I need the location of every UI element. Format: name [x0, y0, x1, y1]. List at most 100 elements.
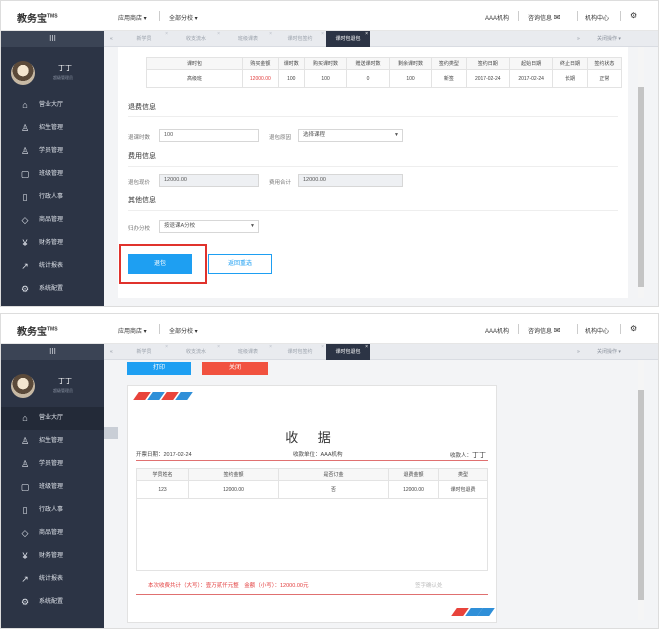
app-store-menu[interactable]: 应用商店 ▾: [118, 326, 147, 335]
close-icon[interactable]: ×: [269, 344, 272, 350]
close-icon[interactable]: ×: [321, 31, 324, 37]
close-button[interactable]: 关闭: [202, 362, 268, 375]
campus-select[interactable]: 按退课A分校 ▼: [159, 220, 259, 233]
gear-icon: ⚙: [20, 284, 30, 294]
campus-menu[interactable]: 全部分校 ▾: [169, 13, 198, 22]
sidebar-item-finance[interactable]: ¥ 财务管理: [1, 232, 104, 255]
app-logo[interactable]: 教务宝TMS: [17, 323, 58, 338]
sidebar-item-business-hall[interactable]: ⌂ 营业大厅: [1, 94, 104, 117]
tab-scroll-left[interactable]: «: [110, 31, 113, 47]
sidebar-item-classes[interactable]: ▢ 班级管理: [1, 476, 104, 499]
org-name[interactable]: AAA机构: [485, 13, 509, 22]
package-table: 课时包 购买金额 课时数 购买课时数 赠送课时数 剩余课时数 签约类型 签约日期…: [146, 57, 623, 88]
close-icon[interactable]: ×: [365, 344, 368, 350]
close-icon[interactable]: ×: [365, 31, 368, 37]
close-ops-menu[interactable]: 关闭操作 ▾: [597, 344, 621, 360]
table-cell: 12000.00: [188, 480, 279, 499]
app-logo[interactable]: 教务宝TMS: [17, 10, 58, 25]
sidebar-item-students[interactable]: ♙ 学员管理: [1, 453, 104, 476]
org-name[interactable]: AAA机构: [485, 326, 509, 335]
sidebar-item-products[interactable]: ◇ 商品管理: [1, 209, 104, 232]
tab-scroll-left[interactable]: «: [110, 344, 113, 360]
tab-cashflow[interactable]: 收支流水 ×: [170, 344, 222, 360]
avatar[interactable]: [11, 61, 35, 85]
scrollbar[interactable]: [638, 47, 644, 298]
sidebar-item-settings[interactable]: ⚙ 系统配置: [1, 591, 104, 614]
settings-icon[interactable]: ⚙: [630, 324, 637, 333]
receipt-payee: 收款人：丁丁: [450, 452, 487, 459]
sidebar-item-students[interactable]: ♙ 学员管理: [1, 140, 104, 163]
table-header: 签约日期: [465, 57, 510, 70]
panel-handle[interactable]: [104, 427, 118, 439]
tab-scroll-right[interactable]: »: [577, 344, 580, 360]
print-button[interactable]: 打印: [127, 362, 191, 375]
refund-reason-select[interactable]: 选择课程 ▼: [298, 129, 403, 142]
sidebar-toggle[interactable]: III: [1, 344, 104, 360]
tab-schedule[interactable]: 班级课表 ×: [222, 344, 274, 360]
settings-icon[interactable]: ⚙: [630, 11, 637, 20]
app-store-menu[interactable]: 应用商店 ▾: [118, 13, 147, 22]
divider: [136, 460, 488, 461]
tab-cashflow[interactable]: 收支流水 ×: [170, 31, 222, 47]
table-cell: 否: [278, 480, 389, 499]
sidebar-item-classes[interactable]: ▢ 班级管理: [1, 163, 104, 186]
tab-package-refund[interactable]: 课时包退包 ×: [326, 344, 370, 360]
close-icon[interactable]: ×: [217, 344, 220, 350]
table-header-row: 学员姓名 签约金额 是否订金 退费金额 类型: [136, 468, 488, 481]
sidebar-toggle[interactable]: III: [1, 31, 104, 47]
sidebar-item-reports[interactable]: ↗ 统计报表: [1, 255, 104, 278]
user-name: 丁丁: [58, 65, 72, 72]
table-header: 剩余课时数: [388, 57, 433, 70]
sidebar-item-hr[interactable]: ▯ 行政人事: [1, 499, 104, 522]
close-icon[interactable]: ×: [165, 31, 168, 37]
close-ops-menu[interactable]: 关闭操作 ▾: [597, 31, 621, 47]
org-center-link[interactable]: 机构中心: [585, 326, 609, 335]
campus-menu[interactable]: 全部分校 ▾: [169, 326, 198, 335]
consult-link[interactable]: 咨询信息 ✉: [528, 326, 560, 335]
scrollbar[interactable]: [638, 360, 644, 620]
tab-package-sign[interactable]: 课时包签约 ×: [274, 344, 326, 360]
divider: [620, 324, 621, 334]
tab-new-student[interactable]: 新学员 ×: [118, 344, 170, 360]
close-icon[interactable]: ×: [217, 31, 220, 37]
table-empty-row: [136, 498, 488, 571]
back-reselect-button[interactable]: 返回重选: [208, 254, 272, 274]
close-icon[interactable]: ×: [269, 31, 272, 37]
divider: [620, 11, 621, 21]
divider: [128, 116, 618, 117]
tab-schedule[interactable]: 班级课表 ×: [222, 31, 274, 47]
tab-package-sign[interactable]: 课时包签约 ×: [274, 31, 326, 47]
org-center-link[interactable]: 机构中心: [585, 13, 609, 22]
scrollbar-thumb[interactable]: [638, 87, 644, 287]
tab-scroll-right[interactable]: »: [577, 31, 580, 47]
tag-icon: ◇: [21, 215, 29, 225]
sidebar-item-enrollment[interactable]: ♙ 招生管理: [1, 117, 104, 140]
sidebar-item-reports[interactable]: ↗ 统计报表: [1, 568, 104, 591]
receipt-total: 本次收费共计（大写）：壹万贰仟元整 金额（小写）：12000.00元: [148, 583, 309, 589]
refund-amount-label: 退包现价: [128, 180, 151, 186]
chart-icon: ↗: [21, 261, 29, 271]
sidebar-item-products[interactable]: ◇ 商品管理: [1, 522, 104, 545]
sidebar-item-business-hall[interactable]: ⌂ 营业大厅: [1, 407, 104, 430]
table-cell: 12000.00: [388, 480, 439, 499]
scrollbar-thumb[interactable]: [638, 390, 644, 600]
table-header: 类型: [438, 468, 488, 481]
avatar[interactable]: [11, 374, 35, 398]
divider: [518, 11, 519, 21]
refund-hours-input[interactable]: 100: [159, 129, 259, 142]
sidebar-item-hr[interactable]: ▯ 行政人事: [1, 186, 104, 209]
consult-link[interactable]: 咨询信息 ✉: [528, 13, 560, 22]
sidebar-item-settings[interactable]: ⚙ 系统配置: [1, 278, 104, 301]
table-cell: 123: [136, 480, 189, 499]
table-cell: 新签: [431, 69, 467, 88]
class-icon: ▢: [20, 169, 30, 179]
sidebar-item-enrollment[interactable]: ♙ 招生管理: [1, 430, 104, 453]
sidebar-item-finance[interactable]: ¥ 财务管理: [1, 545, 104, 568]
tab-package-refund[interactable]: 课时包退包 ×: [326, 31, 370, 47]
tab-new-student[interactable]: 新学员 ×: [118, 31, 170, 47]
sidebar: III 丁丁 超级管理员 ⌂ 营业大厅 ♙ 招生管理 ♙ 学员管理 ▢ 班级管理 ▯ 行政…: [1, 344, 104, 628]
refund-reason-label: 退包原因: [269, 135, 292, 141]
close-icon[interactable]: ×: [321, 344, 324, 350]
close-icon[interactable]: ×: [165, 344, 168, 350]
divider: [518, 324, 519, 334]
